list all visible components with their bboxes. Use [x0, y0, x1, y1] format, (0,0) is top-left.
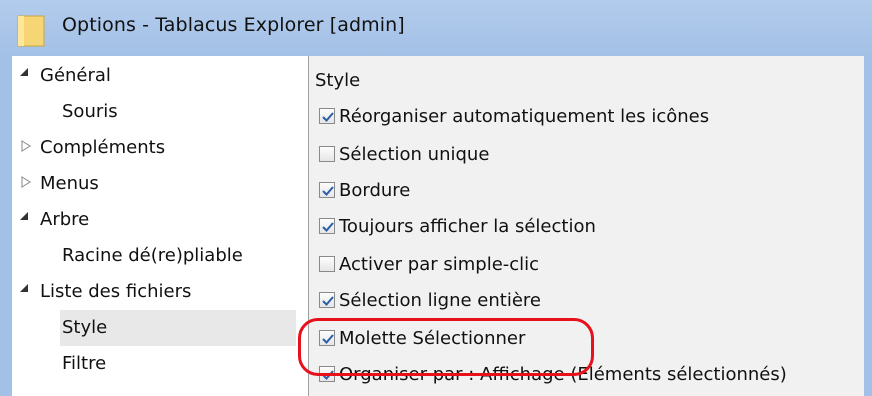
- option-bordure[interactable]: Bordure: [319, 176, 410, 206]
- tree-item-racine[interactable]: Racine dé(re)pliable: [62, 238, 243, 274]
- check-icon: [322, 296, 334, 306]
- highlight-annotation: [298, 318, 594, 376]
- expanded-arrow-icon[interactable]: [18, 282, 30, 294]
- window-frame-left: [0, 56, 12, 396]
- option-label: Sélection unique: [339, 144, 490, 165]
- tree-item-style-label: Style: [62, 317, 108, 338]
- checkbox-checked[interactable]: [319, 182, 335, 198]
- window-title: Options - Tablacus Explorer [admin]: [62, 14, 405, 36]
- option-label: Réorganiser automatiquement les icônes: [339, 106, 710, 127]
- tree-item-menus[interactable]: Menus: [40, 166, 99, 202]
- tree-item-general[interactable]: Général: [40, 58, 111, 94]
- checkbox-checked[interactable]: [319, 218, 335, 234]
- window-frame-right: [864, 56, 872, 396]
- option-ligne-entiere[interactable]: Sélection ligne entière: [319, 286, 541, 316]
- checkbox-checked[interactable]: [319, 292, 335, 308]
- tree-item-filtre[interactable]: Filtre: [62, 346, 106, 382]
- option-simple-clic[interactable]: Activer par simple-clic: [319, 250, 539, 280]
- option-label: Toujours afficher la sélection: [339, 216, 596, 237]
- option-label: Activer par simple-clic: [339, 254, 540, 275]
- folder-icon: [17, 15, 45, 47]
- check-icon: [322, 222, 334, 232]
- option-label: Sélection ligne entière: [339, 290, 541, 311]
- section-title: Style: [315, 70, 361, 91]
- checkbox-unchecked[interactable]: [319, 146, 335, 162]
- collapsed-arrow-icon[interactable]: [20, 140, 32, 152]
- collapsed-arrow-icon[interactable]: [20, 176, 32, 188]
- option-label: Bordure: [339, 180, 411, 201]
- expanded-arrow-icon[interactable]: [18, 66, 30, 78]
- title-bar[interactable]: Options - Tablacus Explorer [admin]: [0, 0, 872, 56]
- tree-item-arbre[interactable]: Arbre: [40, 202, 89, 238]
- checkbox-unchecked[interactable]: [319, 256, 335, 272]
- check-icon: [322, 186, 334, 196]
- option-toujours-afficher[interactable]: Toujours afficher la sélection: [319, 212, 596, 242]
- options-tree[interactable]: Général Souris Compléments Menus Arbre R…: [12, 56, 309, 396]
- checkbox-checked[interactable]: [319, 108, 335, 124]
- expanded-arrow-icon[interactable]: [18, 210, 30, 222]
- option-selection-unique[interactable]: Sélection unique: [319, 140, 489, 170]
- tree-item-souris[interactable]: Souris: [62, 94, 118, 130]
- tree-item-complements[interactable]: Compléments: [40, 130, 165, 166]
- check-icon: [322, 112, 334, 122]
- option-reorganiser[interactable]: Réorganiser automatiquement les icônes: [319, 102, 709, 132]
- tree-item-liste-fichiers[interactable]: Liste des fichiers: [40, 274, 191, 310]
- tree-item-style[interactable]: Style: [60, 310, 296, 346]
